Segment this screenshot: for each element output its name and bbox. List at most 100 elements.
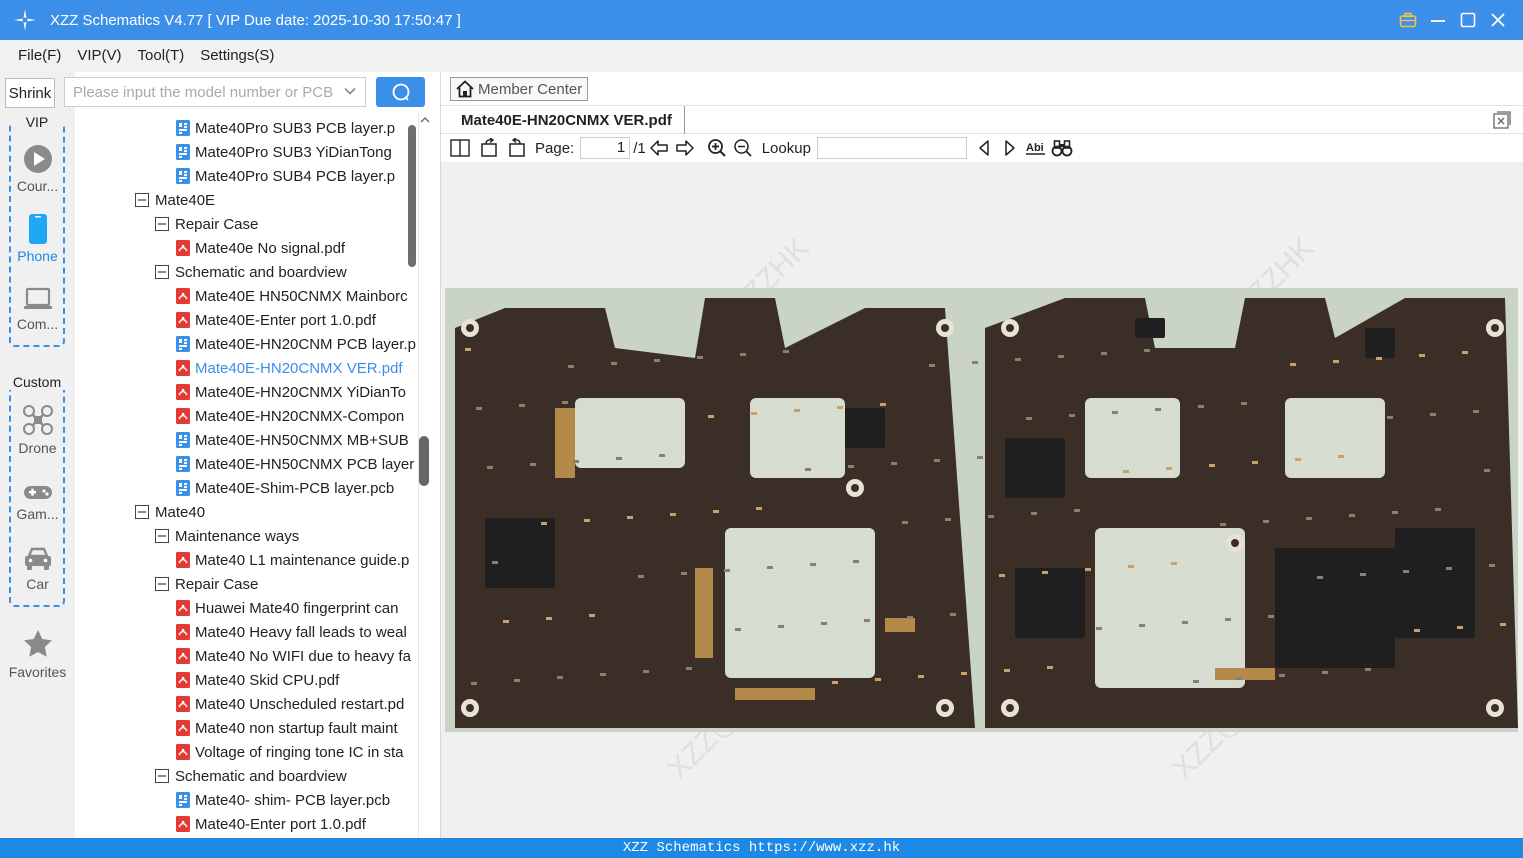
tree-folder[interactable]: Repair Case	[155, 212, 258, 236]
sidebar-item-computer[interactable]: Com...	[0, 286, 75, 332]
binoculars-icon[interactable]	[1049, 135, 1075, 161]
collapse-icon[interactable]	[155, 529, 169, 543]
next-page-icon[interactable]	[672, 135, 698, 161]
pcb-file-icon	[175, 480, 191, 496]
pdf-file-icon	[175, 288, 191, 304]
tree-file[interactable]: Mate40e No signal.pdf	[175, 236, 345, 260]
sidebar-item-favorites[interactable]: Favorites	[0, 628, 75, 680]
tree-file[interactable]: Mate40- shim- PCB layer.pcb	[175, 788, 390, 812]
search-button[interactable]	[376, 77, 425, 107]
pdf-file-icon	[175, 552, 191, 568]
tree-folder[interactable]: Repair Case	[155, 572, 258, 596]
close-tab-icon[interactable]	[1493, 111, 1511, 129]
page-number-input[interactable]: 1	[580, 137, 631, 159]
rotate-right-icon[interactable]	[477, 135, 503, 161]
tree-file[interactable]: Mate40E-HN50CNMX PCB layer	[175, 452, 414, 476]
custom-group-label: Custom	[5, 374, 69, 390]
tree-file[interactable]: Mate40E-Enter port 1.0.pdf	[175, 308, 376, 332]
tree-file[interactable]: Mate40Pro SUB4 PCB layer.p	[175, 164, 395, 188]
chevron-down-icon[interactable]	[343, 84, 357, 102]
title-bar: XZZ Schematics V4.77 [ VIP Due date: 202…	[0, 0, 1523, 40]
rotate-left-icon[interactable]	[503, 135, 529, 161]
zoom-out-icon[interactable]	[730, 135, 756, 161]
sidebar-item-label: Phone	[17, 248, 58, 264]
tree-scroll-thumb[interactable]	[408, 125, 416, 267]
collapse-icon[interactable]	[155, 769, 169, 783]
tree-item-label: Huawei Mate40 fingerprint can	[195, 599, 399, 617]
tree-item-label: Mate40 Unscheduled restart.pd	[195, 695, 405, 713]
lookup-label: Lookup	[761, 139, 811, 157]
scroll-up-icon[interactable]	[420, 115, 430, 125]
collapse-icon[interactable]	[155, 577, 169, 591]
minimize-button[interactable]	[1423, 0, 1453, 40]
laptop-icon	[0, 286, 75, 312]
tree-file[interactable]: Mate40Pro SUB3 PCB layer.p	[175, 116, 395, 140]
tree-file[interactable]: Mate40-Enter port 1.0.pdf	[175, 812, 366, 836]
sidebar-item-label: Car	[26, 576, 49, 592]
sidebar-item-phone[interactable]: Phone	[0, 214, 75, 264]
tree-folder[interactable]: Schematic and boardview	[155, 764, 347, 788]
sidebar-item-courses[interactable]: Cour...	[0, 144, 75, 194]
panel-splitter-handle[interactable]	[419, 436, 429, 486]
tree-file[interactable]: Mate40 Skid CPU.pdf	[175, 668, 339, 692]
tab-document[interactable]: Mate40E-HN20CNMX VER.pdf	[450, 106, 685, 134]
menu-vip[interactable]: VIP(V)	[69, 40, 129, 72]
tree-file[interactable]: Mate40 No WIFI due to heavy fa	[175, 644, 411, 668]
sidebar-item-drone[interactable]: Drone	[0, 404, 75, 456]
member-center-label: Member Center	[478, 80, 583, 98]
search-input[interactable]: Please input the model number or PCB	[64, 77, 366, 107]
collapse-icon[interactable]	[155, 265, 169, 279]
maximize-button[interactable]	[1453, 0, 1483, 40]
car-icon	[0, 546, 75, 572]
tree-item-label: Mate40 L1 maintenance guide.p	[195, 551, 410, 569]
lookup-input[interactable]	[816, 137, 967, 159]
close-button[interactable]	[1483, 0, 1513, 40]
sidebar-item-car[interactable]: Car	[0, 546, 75, 592]
tree-file[interactable]: Mate40 Heavy fall leads to weal	[175, 620, 407, 644]
tree-file[interactable]: Huawei Mate40 fingerprint can	[175, 596, 398, 620]
tree-folder[interactable]: Maintenance ways	[155, 524, 299, 548]
tree-file[interactable]: Voltage of ringing tone IC in sta	[175, 740, 403, 764]
member-center-button[interactable]: Member Center	[450, 77, 588, 101]
tree-folder[interactable]: Mate40E	[135, 188, 215, 212]
tree-file[interactable]: Mate40E-HN20CNMX VER.pdf	[175, 356, 403, 380]
sidebar-toggle-icon[interactable]	[447, 135, 473, 161]
window-title: XZZ Schematics V4.77 [ VIP Due date: 202…	[50, 11, 461, 29]
tree-folder[interactable]: Mate40	[135, 500, 205, 524]
vip-briefcase-icon[interactable]	[1393, 0, 1423, 40]
search-next-icon[interactable]	[997, 135, 1023, 161]
menu-tool[interactable]: Tool(T)	[130, 40, 193, 72]
collapse-icon[interactable]	[135, 193, 149, 207]
tree-file[interactable]: Mate40E-HN20CNMX-Compon	[175, 404, 404, 428]
tree-file[interactable]: Mate40E HN50CNMX Mainborc	[175, 284, 408, 308]
sidebar-item-label: Com...	[16, 316, 59, 332]
menu-settings[interactable]: Settings(S)	[192, 40, 282, 72]
sidebar-item-game[interactable]: Gam...	[0, 482, 75, 522]
tree-file[interactable]: Mate40E-Shim-PCB layer.pcb	[175, 476, 394, 500]
pdf-file-icon	[175, 648, 191, 664]
file-tree: Mate40Pro SUB3 PCB layer.p Mate40Pro SUB3…	[75, 112, 418, 838]
tree-file[interactable]: Mate40 non startup fault maint	[175, 716, 398, 740]
tree-file[interactable]: Mate40E-HN20CNM PCB layer.p	[175, 332, 416, 356]
tree-item-label: Repair Case	[175, 215, 259, 233]
collapse-icon[interactable]	[155, 217, 169, 231]
shrink-button[interactable]: Shrink	[5, 78, 55, 108]
tree-file[interactable]: Mate40E-HN20CNMX YiDianTo	[175, 380, 406, 404]
collapse-icon[interactable]	[135, 505, 149, 519]
tree-folder[interactable]: Schematic and boardview	[155, 260, 347, 284]
match-case-icon[interactable]: Abi	[1023, 135, 1049, 161]
pcb-file-icon	[175, 120, 191, 136]
tree-file[interactable]: Mate40 Unscheduled restart.pd	[175, 692, 404, 716]
tree-file[interactable]: Mate40 L1 maintenance guide.p	[175, 548, 409, 572]
previous-page-icon[interactable]	[646, 135, 672, 161]
tree-file[interactable]: Mate40Pro SUB3 YiDianTong	[175, 140, 392, 164]
pdf-viewer[interactable]: XZZ@XZZHK XZZ@XZZHK XZZ@XZZHK XZZ@XZZHK	[441, 162, 1523, 838]
search-previous-icon[interactable]	[971, 135, 997, 161]
menu-file[interactable]: File(F)	[10, 40, 69, 72]
tree-item-label: Maintenance ways	[175, 527, 300, 545]
search-placeholder: Please input the model number or PCB	[73, 83, 334, 101]
tree-file[interactable]: Mate40E-HN50CNMX MB+SUB	[175, 428, 409, 452]
pdf-file-icon	[175, 384, 191, 400]
zoom-in-icon[interactable]	[704, 135, 730, 161]
status-bar: XZZ Schematics https://www.xzz.hk	[0, 838, 1523, 858]
